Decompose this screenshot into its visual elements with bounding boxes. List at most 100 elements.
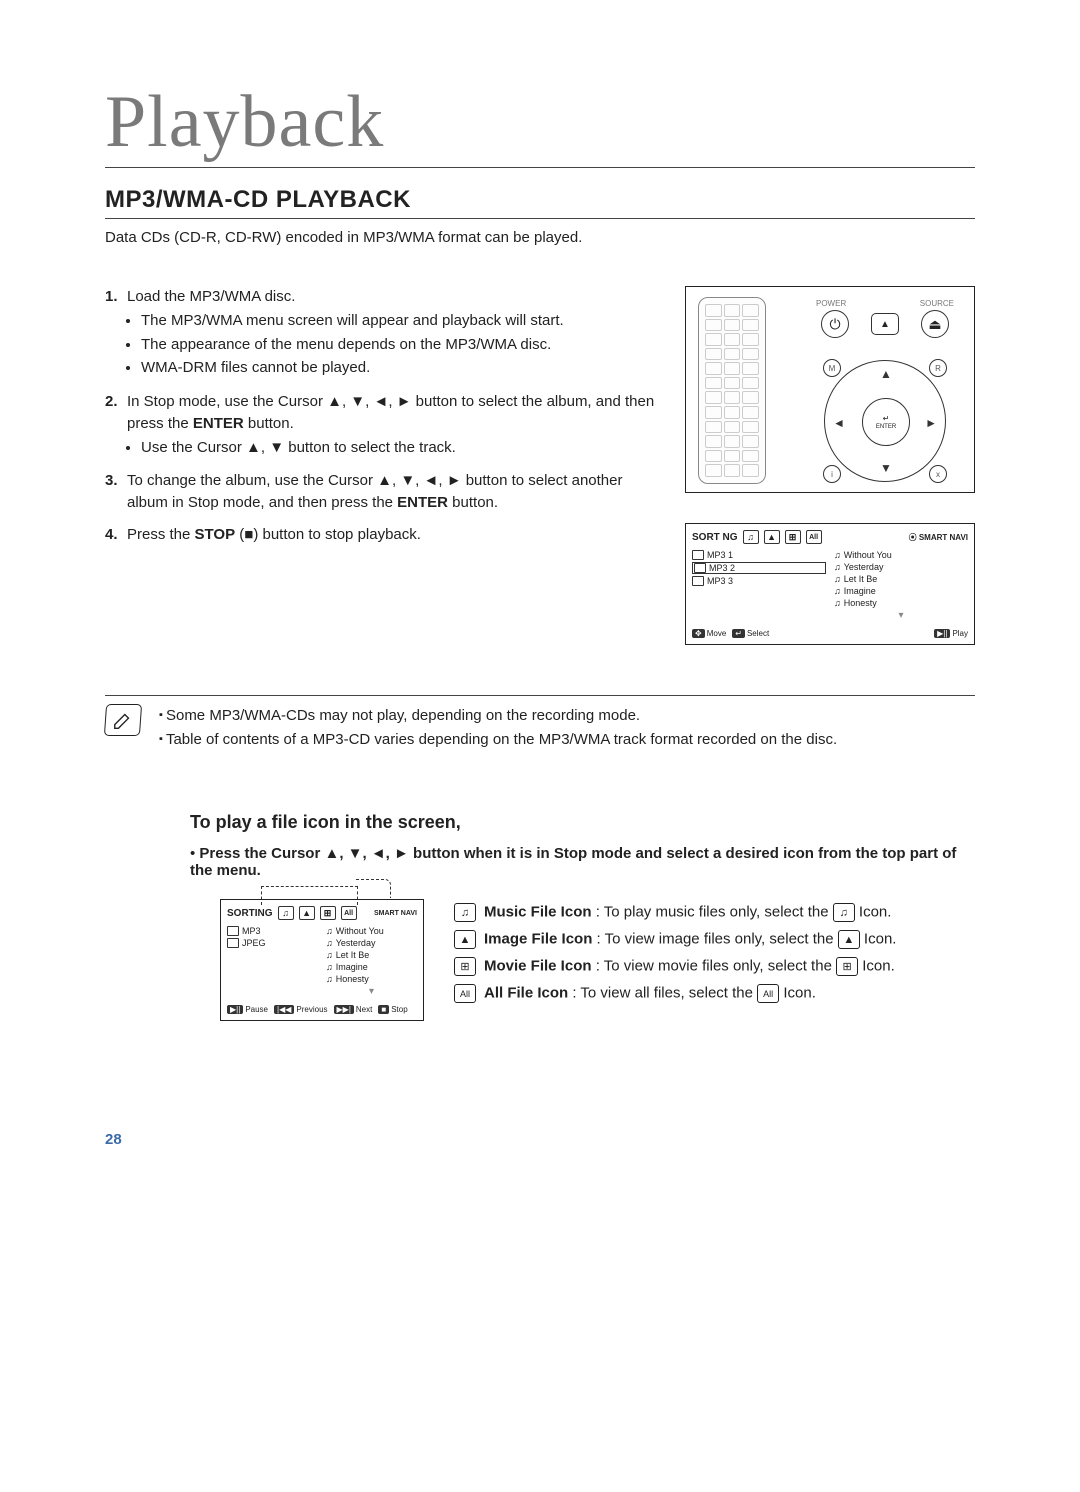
music-icon: ♫ bbox=[743, 530, 759, 544]
movie-icon: ⊞ bbox=[836, 957, 858, 976]
corner-menu-icon: M bbox=[823, 359, 841, 377]
power-label: POWER bbox=[816, 299, 846, 308]
music-icon: ♫ bbox=[278, 906, 294, 920]
song-item: ♫Let It Be bbox=[326, 950, 417, 960]
song-item: ♫Honesty bbox=[834, 598, 968, 608]
next-key-icon: ▶▶| bbox=[334, 1005, 354, 1014]
move-key-icon: ✥ bbox=[692, 629, 705, 638]
legend-tail: Icon. bbox=[779, 984, 816, 1001]
step-bullet: WMA-DRM files cannot be played. bbox=[141, 357, 660, 379]
step-bullet: The appearance of the menu depends on th… bbox=[141, 334, 660, 356]
note-icon: ♫ bbox=[834, 574, 841, 584]
step-4: 4. Press the STOP (■) button to stop pla… bbox=[105, 524, 660, 546]
chevron-down-icon: ▾ bbox=[834, 610, 968, 621]
chevron-down-icon: ▾ bbox=[326, 986, 417, 997]
legend-desc: : To view movie files only, select the bbox=[592, 957, 837, 974]
folder-icon bbox=[692, 576, 704, 586]
nav-ring: ▲ ▼ ◄ ► ↵ ENTER M R i x bbox=[824, 360, 946, 482]
stop-key-icon: ■ bbox=[378, 1005, 389, 1014]
song-item: ♫Without You bbox=[834, 550, 968, 560]
folder-icon bbox=[227, 938, 239, 948]
legend-row-music: ♫ Music File Icon : To play music files … bbox=[454, 903, 975, 922]
play-key-icon: ▶|| bbox=[934, 629, 950, 638]
next-label: Next bbox=[356, 1005, 372, 1014]
note-icon: ♫ bbox=[326, 950, 333, 960]
corner-exit-icon: x bbox=[929, 465, 947, 483]
corner-info-icon: i bbox=[823, 465, 841, 483]
legend-label: All File Icon bbox=[484, 984, 568, 1001]
callout-annotation bbox=[261, 886, 358, 905]
pause-key-icon: ▶|| bbox=[227, 1005, 243, 1014]
legend-row-movie: ⊞ Movie File Icon : To view movie files … bbox=[454, 957, 975, 976]
note-icon: ♫ bbox=[326, 938, 333, 948]
prev-key-icon: |◀◀ bbox=[274, 1005, 294, 1014]
step-number: 3. bbox=[105, 470, 127, 514]
onscreen-menu-preview: SORT NG ♫ ▲ ⊞ All ⦿ SMART NAVI MP3 1 MP3… bbox=[685, 523, 975, 645]
folder-item: MP3 3 bbox=[692, 576, 826, 586]
note-text: Some MP3/WMA-CDs may not play, depending… bbox=[159, 704, 975, 728]
remote-body-graphic bbox=[698, 297, 766, 484]
legend-desc: : To view all files, select the bbox=[568, 984, 757, 1001]
step-text: Press the STOP (■) button to stop playba… bbox=[127, 526, 421, 543]
music-icon: ♫ bbox=[833, 903, 855, 922]
cursor-left-icon: ◄ bbox=[833, 416, 845, 430]
song-item: ♫Imagine bbox=[834, 586, 968, 596]
image-icon: ▲ bbox=[454, 930, 476, 949]
note-icon: ♫ bbox=[834, 562, 841, 572]
movie-icon: ⊞ bbox=[320, 906, 336, 920]
intro-text: Data CDs (CD-R, CD-RW) encoded in MP3/WM… bbox=[105, 229, 975, 246]
stop-label: Stop bbox=[391, 1005, 407, 1014]
step-text: In Stop mode, use the Cursor ▲, ▼, ◄, ► … bbox=[127, 393, 654, 432]
cursor-down-icon: ▼ bbox=[880, 461, 892, 475]
power-button-icon: ⏻ bbox=[821, 310, 849, 338]
folder-item: MP3 2 bbox=[692, 562, 826, 574]
image-icon: ▲ bbox=[764, 530, 780, 544]
step-number: 2. bbox=[105, 391, 127, 460]
chapter-title: Playback bbox=[105, 80, 975, 168]
step-bullet: Use the Cursor ▲, ▼ button to select the… bbox=[141, 437, 660, 459]
legend-label: Movie File Icon bbox=[484, 957, 592, 974]
folder-item: MP3 bbox=[227, 926, 318, 936]
note-icon: ♫ bbox=[326, 974, 333, 984]
song-item: ♫Yesterday bbox=[326, 938, 417, 948]
legend-tail: Icon. bbox=[855, 903, 892, 920]
legend-desc: : To view image files only, select the bbox=[592, 930, 837, 947]
image-icon: ▲ bbox=[299, 906, 315, 920]
prev-label: Previous bbox=[296, 1005, 327, 1014]
folder-icon bbox=[692, 550, 704, 560]
pencil-icon bbox=[112, 709, 134, 731]
image-icon: ▲ bbox=[838, 930, 860, 949]
smart-navi-label: SMART NAVI bbox=[919, 533, 968, 542]
all-icon: All bbox=[757, 984, 779, 1003]
step-number: 4. bbox=[105, 524, 127, 546]
select-key-icon: ↵ bbox=[732, 629, 745, 638]
note-icon: ♫ bbox=[326, 962, 333, 972]
step-2: 2. In Stop mode, use the Cursor ▲, ▼, ◄,… bbox=[105, 391, 660, 460]
note-text: Table of contents of a MP3-CD varies dep… bbox=[159, 728, 975, 752]
folder-item: JPEG bbox=[227, 938, 318, 948]
step-number: 1. bbox=[105, 286, 127, 381]
sort-label: SORTING bbox=[227, 908, 273, 919]
folder-icon bbox=[227, 926, 239, 936]
select-label: Select bbox=[747, 629, 769, 638]
remote-diagram: POWER SOURCE ⏻ ▲ ⏏ ▲ ▼ ◄ ► ↵ bbox=[685, 286, 975, 493]
legend-tail: Icon. bbox=[860, 930, 897, 947]
play-label: Play bbox=[952, 629, 968, 638]
step-3: 3. To change the album, use the Cursor ▲… bbox=[105, 470, 660, 514]
note-icon: ♫ bbox=[326, 926, 333, 936]
sort-label: SORT NG bbox=[692, 532, 738, 543]
section-title: MP3/WMA-CD PLAYBACK bbox=[105, 186, 975, 219]
enter-label: ENTER bbox=[876, 424, 896, 430]
all-icon: All bbox=[341, 906, 357, 920]
smart-navi-label: SMART NAVI bbox=[374, 910, 417, 917]
legend-tail: Icon. bbox=[858, 957, 895, 974]
sub-instruction: • Press the Cursor ▲, ▼, ◄, ► button whe… bbox=[190, 845, 975, 879]
step-1: 1. Load the MP3/WMA disc. The MP3/WMA me… bbox=[105, 286, 660, 381]
page-number: 28 bbox=[105, 1131, 975, 1148]
sub-heading: To play a file icon in the screen, bbox=[190, 812, 975, 833]
onscreen-menu-preview-2: SORTING ♫ ▲ ⊞ All SMART NAVI MP3 JPEG ♫W… bbox=[220, 899, 424, 1021]
legend-label: Image File Icon bbox=[484, 930, 592, 947]
enter-button: ↵ ENTER bbox=[862, 398, 910, 446]
cursor-up-icon: ▲ bbox=[880, 367, 892, 381]
song-item: ♫Honesty bbox=[326, 974, 417, 984]
